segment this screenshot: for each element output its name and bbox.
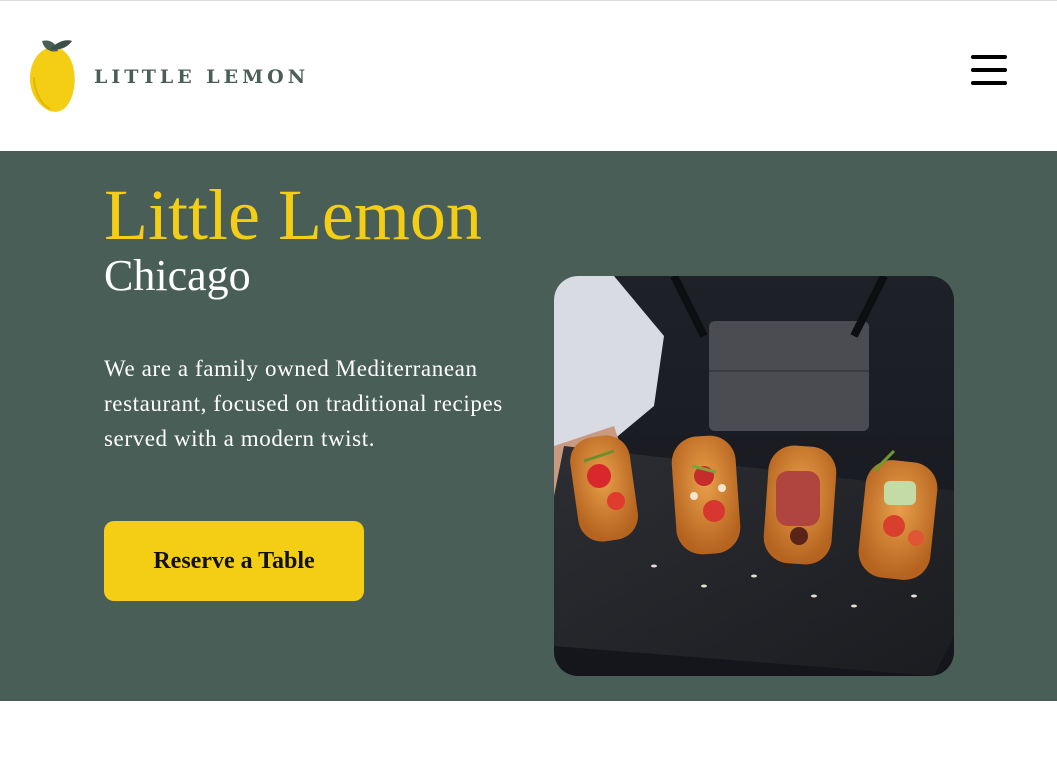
hamburger-menu-icon-bar — [971, 81, 1007, 85]
lemon-icon — [30, 40, 75, 112]
reserve-table-button[interactable]: Reserve a Table — [104, 521, 364, 601]
bruschetta-photo — [554, 276, 954, 676]
logo-text: LITTLE LEMON — [94, 66, 310, 88]
hamburger-menu-icon-bar — [971, 68, 1007, 72]
hero-description: We are a family owned Mediterranean rest… — [104, 356, 503, 451]
site-header: LITTLE LEMON — [0, 1, 1057, 151]
hero-title: Little Lemon — [104, 175, 482, 255]
hamburger-menu-button[interactable] — [971, 54, 1007, 86]
hero-subtitle: Chicago — [104, 251, 251, 300]
hero-section: Little Lemon Chicago We are a family own… — [0, 151, 1057, 701]
hamburger-menu-icon-bar — [971, 55, 1007, 59]
hero-food-image — [554, 276, 954, 676]
logo-link[interactable]: LITTLE LEMON — [28, 37, 309, 113]
